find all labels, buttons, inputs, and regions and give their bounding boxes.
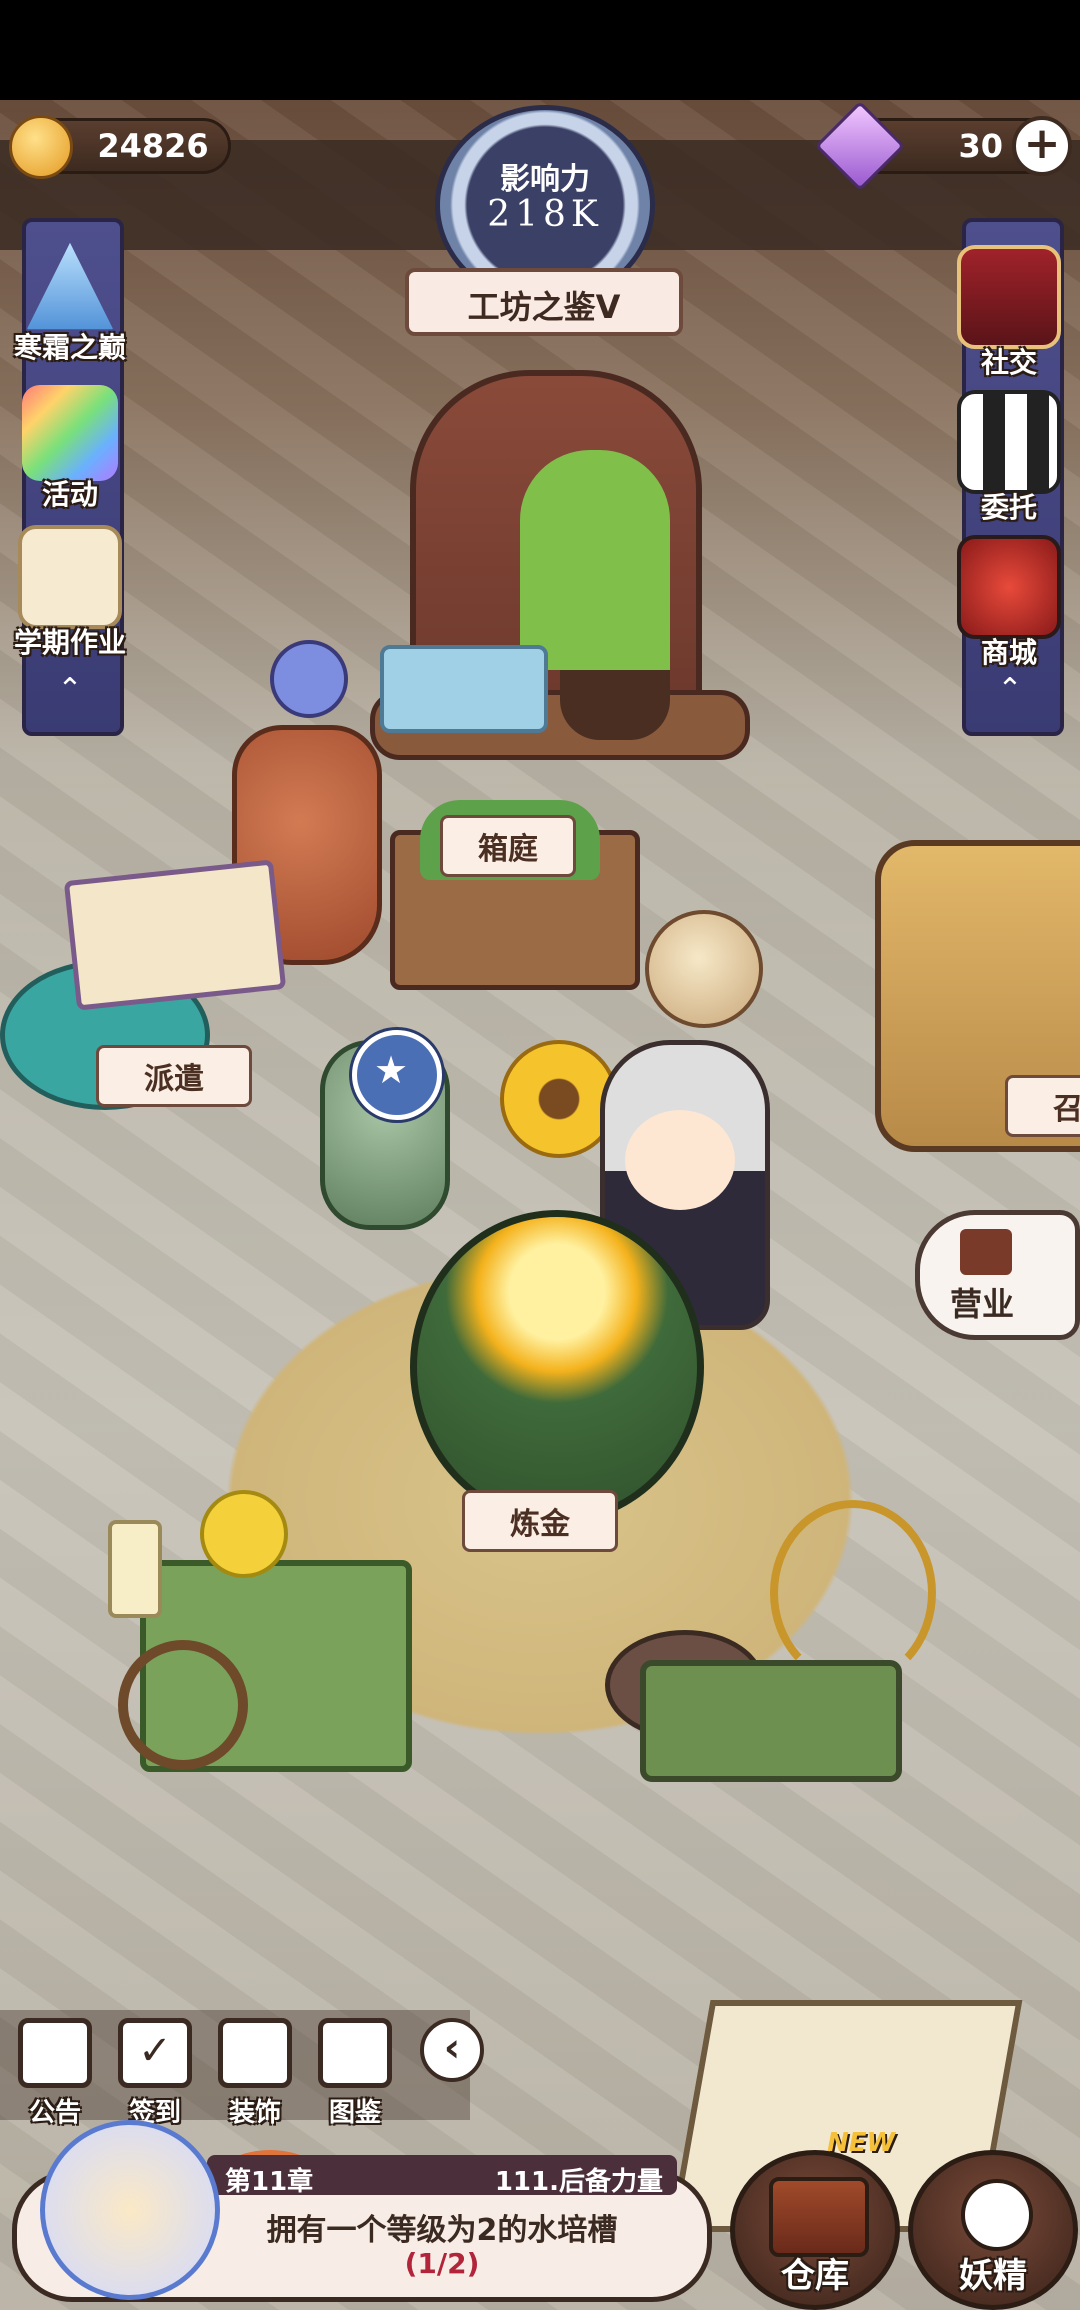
gold-amount: 24826 <box>97 127 209 165</box>
glass-tray <box>380 645 548 733</box>
gem-amount: 30 <box>958 127 1003 165</box>
left-collapse-icon[interactable]: ⌃ <box>45 672 95 708</box>
candle <box>108 1520 162 1618</box>
menu-commission[interactable]: 委托 <box>944 390 1074 526</box>
quest-header: 第11章 111.后备力量 <box>207 2155 677 2197</box>
influence-label: 影响力 <box>500 162 590 197</box>
gold-coin-icon <box>9 115 73 179</box>
sale-sign-icon <box>960 1229 1012 1275</box>
fairy-label: 妖精 <box>959 2256 1027 2296</box>
teapot <box>645 910 763 1028</box>
new-badge: NEW <box>827 2128 896 2158</box>
business-label: 营业 <box>950 1285 1015 1323</box>
right-collapse-icon[interactable]: ⌃ <box>985 672 1035 708</box>
warehouse-label: 仓库 <box>781 2256 849 2296</box>
quest-chapter: 第11章 <box>225 2167 314 2197</box>
tower-icon <box>218 2018 292 2088</box>
codex-button[interactable]: 图鉴 <box>312 2018 398 2129</box>
girl-face <box>625 1110 735 1210</box>
dispatch-station-label[interactable]: 派遣 <box>96 1045 252 1107</box>
fairy-button[interactable]: 妖精 <box>908 2150 1078 2310</box>
door-window <box>520 450 670 670</box>
summon-station-label[interactable]: 召 <box>1005 1075 1080 1137</box>
quest-progress: (1/2) <box>404 2247 480 2280</box>
game-screen: ★ 24826 30 + 影响力 218K 工坊之鉴V 寒霜之巅 活动 学期作业… <box>0 0 1080 2310</box>
book-icon <box>318 2018 392 2088</box>
quest-chapter-name: 111.后备力量 <box>494 2167 663 2197</box>
decoration-button[interactable]: 装饰 <box>212 2018 298 2129</box>
plant-pot <box>560 670 670 740</box>
menu-social[interactable]: 社交 <box>944 245 1074 381</box>
checkin-button[interactable]: ✓ 签到 <box>112 2018 198 2129</box>
workshop-title: 工坊之鉴V <box>467 288 621 326</box>
menu-events-label: 活动 <box>41 478 98 511</box>
announcement-button[interactable]: 公告 <box>12 2018 98 2129</box>
business-button[interactable]: 营业 <box>915 1210 1080 1340</box>
birds-icon <box>957 245 1061 349</box>
announcement-label: 公告 <box>28 2098 81 2128</box>
alchemy-cauldron[interactable] <box>410 1210 704 1524</box>
workshop-title-banner[interactable]: 工坊之鉴V <box>405 268 683 336</box>
menu-frost-peak-label: 寒霜之巅 <box>13 331 126 364</box>
star-icon: ★ <box>374 1048 409 1092</box>
menu-semester-homework[interactable]: 学期作业 <box>5 525 135 661</box>
alchemy-station-label[interactable]: 炼金 <box>462 1490 618 1552</box>
influence-value: 218K <box>487 194 603 235</box>
brass-scale <box>770 1500 936 1686</box>
board-icon <box>18 2018 92 2088</box>
notice-board-icon <box>957 390 1061 494</box>
quest-objective: 拥有一个等级为2的水培槽 <box>266 2213 618 2248</box>
add-gems-button[interactable]: + <box>1012 116 1072 176</box>
warehouse-button[interactable]: 仓库 <box>730 2150 900 2310</box>
menu-shop-label: 商城 <box>980 636 1037 669</box>
treasure-chest-icon <box>769 2177 869 2257</box>
menu-shop[interactable]: 商城 <box>944 535 1074 671</box>
status-bar-area <box>0 0 1080 100</box>
scroll-quill-icon <box>18 525 122 629</box>
ice-mountain-icon <box>26 242 114 330</box>
quest-book-icon[interactable] <box>40 2120 220 2300</box>
menu-commission-label: 委托 <box>980 491 1037 524</box>
menu-events[interactable]: 活动 <box>5 385 135 513</box>
calendar-check-icon: ✓ <box>118 2018 192 2088</box>
rainbow-scroll-icon <box>22 385 118 481</box>
shop-chest-icon <box>957 535 1061 639</box>
menu-social-label: 社交 <box>980 346 1037 379</box>
fairy-icon <box>961 2179 1033 2251</box>
workshop-scene[interactable]: ★ <box>0 100 1080 2310</box>
menu-frost-peak[interactable]: 寒霜之巅 <box>5 238 135 366</box>
yellow-flowers <box>200 1490 288 1578</box>
decoration-label: 装饰 <box>228 2098 281 2128</box>
codex-label: 图鉴 <box>328 2098 381 2128</box>
gold-counter[interactable]: 24826 <box>9 115 231 179</box>
cart-wheel <box>118 1640 248 1770</box>
collapse-left-icon[interactable]: ‹ <box>420 2018 484 2082</box>
blue-flower <box>270 640 348 718</box>
menu-homework-label: 学期作业 <box>13 626 126 659</box>
planter-station-label[interactable]: 箱庭 <box>440 815 576 877</box>
open-book <box>63 859 287 1011</box>
